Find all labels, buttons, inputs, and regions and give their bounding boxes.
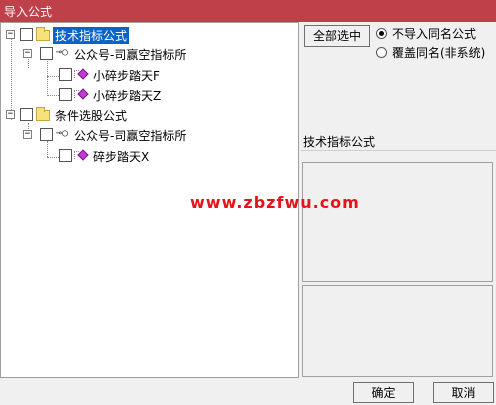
tree-item-label[interactable]: 技术指标公式 — [53, 27, 130, 44]
checkbox[interactable] — [40, 128, 53, 141]
formula-icon — [74, 88, 89, 100]
collapse-icon[interactable]: − — [6, 30, 15, 39]
tree-item-group[interactable]: − ⊸○ 公众号-司赢空指标所 — [1, 126, 221, 144]
tree-item-group[interactable]: − ⊸○ 公众号-司赢空指标所 — [1, 45, 221, 63]
folder-icon — [36, 107, 50, 121]
tree-item-label[interactable]: 小碎步踏天F — [93, 67, 160, 84]
window-title: 导入公式 — [4, 5, 53, 19]
collapse-icon[interactable]: − — [23, 130, 32, 139]
tree-item-formula[interactable]: 小碎步踏天F — [1, 66, 221, 84]
overwrite-same-name-radio[interactable] — [376, 47, 387, 58]
tree-item-label[interactable]: 碎步踏天X — [93, 148, 149, 165]
tree-item-technical-indicators[interactable]: − 技术指标公式 — [1, 26, 201, 44]
divider — [301, 150, 496, 151]
tree-item-stock-selection[interactable]: − 条件选股公式 — [1, 106, 201, 124]
title-bar: 导入公式 — [0, 0, 496, 22]
formula-icon — [74, 149, 89, 161]
tree-item-label[interactable]: 公众号-司赢空指标所 — [74, 46, 186, 63]
folder-icon — [36, 27, 50, 41]
preview-box[interactable] — [302, 285, 493, 377]
checkbox[interactable] — [59, 149, 72, 162]
checkbox[interactable] — [40, 47, 53, 60]
no-import-same-name-label: 不导入同名公式 — [392, 27, 477, 41]
tree-item-label[interactable]: 条件选股公式 — [55, 107, 127, 124]
ok-button[interactable]: 确定 — [353, 382, 414, 403]
checkbox[interactable] — [20, 108, 33, 121]
formula-icon — [74, 68, 89, 80]
tree-item-formula[interactable]: 小碎步踏天Z — [1, 86, 221, 104]
tree-item-label[interactable]: 小碎步踏天Z — [93, 87, 161, 104]
tree-item-label[interactable]: 公众号-司赢空指标所 — [74, 127, 186, 144]
select-all-button[interactable]: 全部选中 — [304, 25, 370, 47]
collapse-icon[interactable]: − — [23, 49, 32, 58]
collapse-icon[interactable]: − — [6, 110, 15, 119]
key-icon: ⊸○ — [56, 47, 69, 58]
key-icon: ⊸○ — [56, 128, 69, 139]
watermark-text: www.zbzfwu.com — [190, 193, 360, 212]
overwrite-same-name-label: 覆盖同名(非系统) — [392, 46, 486, 60]
checkbox[interactable] — [59, 88, 72, 101]
checkbox[interactable] — [20, 28, 33, 41]
cancel-button[interactable]: 取消 — [433, 382, 494, 403]
no-import-same-name-radio[interactable] — [376, 28, 387, 39]
category-label: 技术指标公式 — [303, 135, 376, 149]
checkbox[interactable] — [59, 68, 72, 81]
description-box[interactable] — [302, 162, 493, 282]
tree-item-formula[interactable]: 碎步踏天X — [1, 147, 221, 165]
